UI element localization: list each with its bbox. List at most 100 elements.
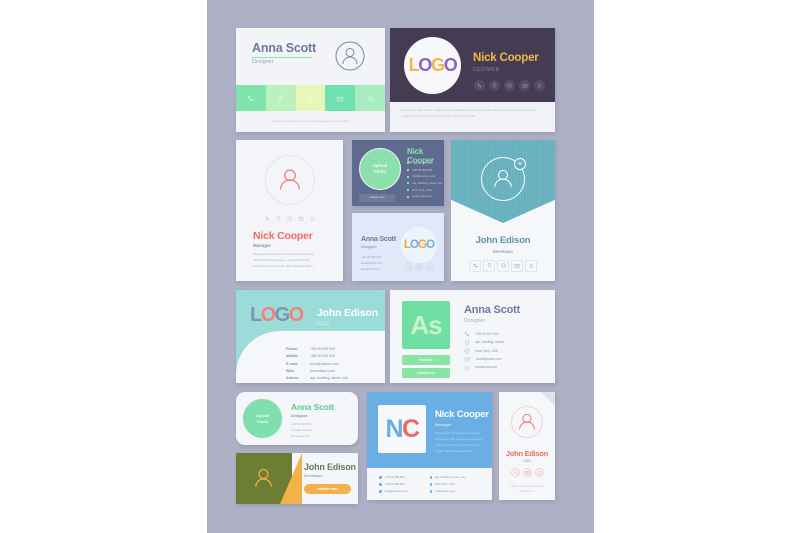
- portfolio-button[interactable]: Portfolio: [402, 355, 450, 365]
- detail-table: Phone: +58 00 000 002 Mobile: +58 00 000 0…: [286, 346, 348, 383]
- card-footer: Fermentum posuere urna nec tincidunt pra…: [236, 111, 385, 132]
- globe-icon[interactable]: [497, 260, 509, 272]
- card-nick-cooper-dark-logo[interactable]: LOGO Nick Cooper CEO/WEB In est ante in …: [390, 28, 555, 132]
- detail-label: Phone:: [286, 347, 299, 351]
- monogram-badge: As: [402, 301, 450, 349]
- location-icon: [465, 339, 469, 346]
- mail-icon[interactable]: [415, 263, 423, 271]
- detail-value: +58 00 000 003: [310, 354, 336, 359]
- strip-globe-icon[interactable]: [295, 85, 326, 111]
- location-icon[interactable]: [276, 216, 281, 221]
- list-item: New York, USA: [407, 187, 442, 194]
- contact-value: +18 00 000 003: [384, 481, 405, 486]
- card-anna-scott-upload-pill[interactable]: Upload Photo Anna Scott Designer +18 00 …: [236, 392, 358, 445]
- mail-icon[interactable]: [298, 216, 304, 221]
- website-button[interactable]: website.com: [304, 484, 351, 494]
- body-text: Magna etiam tempor orci eu lobortis elem…: [435, 431, 482, 453]
- contact-name: Anna Scott: [361, 236, 396, 243]
- icon-row[interactable]: [499, 468, 555, 477]
- mail-icon[interactable]: [522, 468, 532, 477]
- contact-value: annascott.com: [291, 434, 310, 439]
- mail-icon: [464, 357, 471, 362]
- home-icon[interactable]: [310, 216, 315, 221]
- icon-strip[interactable]: [236, 85, 385, 111]
- globe-icon[interactable]: [286, 216, 292, 221]
- contact-list: +18 00 000 002 apt, building, street New…: [464, 330, 504, 372]
- icon-row[interactable]: [404, 263, 434, 271]
- list-item: nickcooper.com: [429, 488, 466, 495]
- phone-icon[interactable]: [469, 260, 481, 272]
- card-john-edison-vertical-fold[interactable]: John Edison CEO Nullam risus suscipit ut…: [499, 392, 555, 500]
- list-item: New York, USA: [429, 481, 466, 488]
- card-anna-scott-logo-blue[interactable]: LOGO Anna Scott Designer +18 00 000 002 …: [352, 213, 444, 281]
- home-icon[interactable]: [525, 260, 537, 272]
- contact-me-button[interactable]: Contact me: [402, 368, 450, 378]
- home-icon[interactable]: [534, 80, 545, 91]
- strip-phone-icon[interactable]: [236, 85, 266, 111]
- card-nick-cooper-monogram-blue[interactable]: NC Nick Cooper Manager Magna etiam tempo…: [367, 392, 492, 500]
- contact-value: anna@scott.com: [476, 357, 502, 362]
- phone-icon[interactable]: [265, 216, 270, 221]
- contact-me-button-label: Contact me: [417, 371, 435, 375]
- add-photo-icon[interactable]: +: [514, 158, 526, 170]
- social-icon-row[interactable]: [474, 80, 545, 91]
- avatar-icon: [250, 465, 277, 492]
- globe-icon[interactable]: [504, 80, 515, 91]
- card-nick-cooper-upload-photo[interactable]: Upload Photo Nick Cooper +18 00 000 002 …: [352, 140, 444, 206]
- card-body: Magna etiam tempor orci eu lobortis elem…: [435, 431, 483, 454]
- contact-name: Anna Scott: [291, 402, 334, 412]
- list-item: nick@cooper.com: [379, 488, 408, 495]
- phone-icon: [464, 332, 470, 337]
- upload-photo-button[interactable]: Upload Photo: [242, 398, 283, 439]
- list-item: New York, USA: [464, 347, 504, 355]
- list-item: apt, building, street, city: [407, 180, 442, 187]
- home-icon[interactable]: [534, 468, 544, 477]
- card-john-edison-teal[interactable]: + John Edison Developer: [451, 140, 555, 281]
- card-john-edison-logo-mint[interactable]: LOGO John Edison CEO Phone: +58 00 000 00…: [236, 290, 385, 383]
- contact-list-left: +18 00 000 002 +18 00 000 003 nick@coope…: [379, 474, 408, 495]
- contact-list: +18 00 000 002 +18 00 000 003 nick@coope…: [407, 160, 442, 200]
- icon-row[interactable]: [451, 260, 555, 272]
- avatar-icon: [511, 406, 543, 438]
- detail-value: john@edison.com: [310, 361, 339, 366]
- list-item: +18 00 000 002: [464, 330, 504, 338]
- strip-mail-icon[interactable]: [325, 85, 356, 111]
- detail-label: Adress:: [286, 376, 300, 381]
- contact-name: Anna Scott: [252, 41, 316, 55]
- list-item: nick@cooper.com: [407, 173, 442, 180]
- mail-icon[interactable]: [519, 80, 530, 91]
- contact-name: John Edison: [475, 235, 531, 246]
- contact-role: Developer: [492, 249, 514, 254]
- strip-location-icon[interactable]: [265, 85, 296, 111]
- card-john-edison-olive[interactable]: John Edison Developer website.com: [236, 453, 358, 504]
- upload-photo-button[interactable]: Upload Photo: [359, 148, 401, 190]
- phone-icon[interactable]: [510, 468, 520, 477]
- footer-text: In est ante in nibh mauris. At quis risu…: [401, 108, 536, 118]
- website-button-label: website.com: [317, 487, 338, 491]
- phone-icon[interactable]: [474, 80, 485, 91]
- card-nick-cooper-vertical[interactable]: Nick Cooper Manager Magna etiam tempor o…: [236, 140, 343, 281]
- contact-role: Designer: [464, 318, 486, 324]
- card-identity: Nick Cooper CEO/WEB: [473, 52, 539, 73]
- contact-value: nickcooper.com: [435, 488, 456, 493]
- list-item: nickcooper.com: [407, 193, 442, 200]
- list-item: apt, building, street, city: [429, 474, 465, 481]
- phone-icon[interactable]: [404, 263, 412, 271]
- mail-icon[interactable]: [511, 260, 523, 272]
- website-button-label: website.com: [369, 196, 385, 200]
- location-icon[interactable]: [489, 80, 500, 91]
- strip-home-icon[interactable]: [355, 85, 385, 111]
- card-anna-scott-monogram[interactable]: As Anna Scott Designer +18 00 000 002 ap…: [390, 290, 555, 383]
- contact-details: +18 00 000 002 anna@scott.com annascott.…: [361, 254, 383, 272]
- website-button[interactable]: website.com: [359, 194, 395, 202]
- card-anna-scott-green-strip[interactable]: Anna Scott Designer Fermentum posuere ur…: [236, 28, 385, 132]
- home-icon[interactable]: [426, 263, 434, 271]
- location-icon[interactable]: [483, 260, 495, 272]
- detail-value: +58 00 000 002: [310, 347, 336, 351]
- icon-row[interactable]: [236, 216, 343, 221]
- monogram-first: N: [385, 414, 403, 443]
- contact-value: New York, USA: [412, 187, 432, 192]
- body-text: Magna etiam tempor orci eu lobortis elem…: [253, 252, 315, 268]
- card-body: Magna etiam tempor orci eu lobortis elem…: [253, 252, 321, 270]
- detail-label: Mobile:: [286, 354, 299, 359]
